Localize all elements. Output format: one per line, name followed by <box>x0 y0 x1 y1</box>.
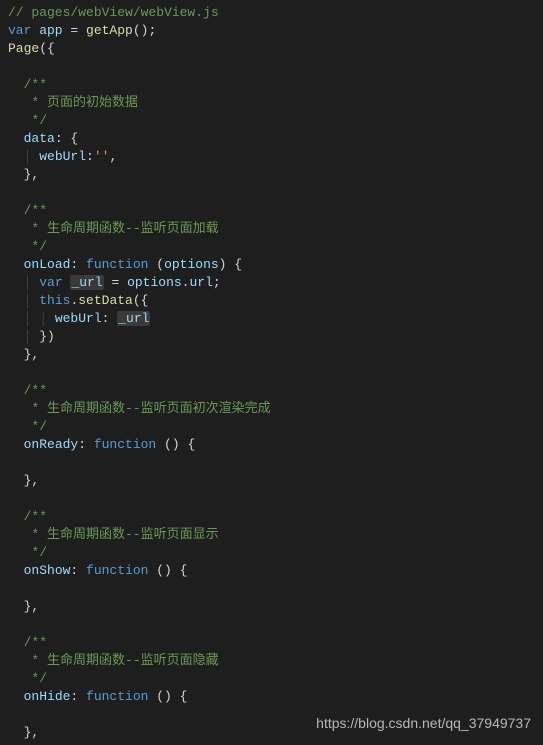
op-eq: = <box>104 275 127 290</box>
punct: , <box>109 149 117 164</box>
punct: : <box>102 311 118 326</box>
indent-guide: │ <box>24 329 40 344</box>
doc-close: */ <box>24 113 47 128</box>
indent-guide: │ <box>24 275 40 290</box>
indent-guide: │ │ <box>24 311 55 326</box>
indent-guide: │ <box>24 293 40 308</box>
doc-line: * 页面的初始数据 <box>24 95 138 110</box>
op-eq: = <box>70 23 86 38</box>
doc-close: */ <box>24 545 47 560</box>
punct: ( <box>148 257 164 272</box>
ident-url: _url <box>70 275 103 290</box>
doc-line: * 生命周期函数--监听页面初次渲染完成 <box>24 401 271 416</box>
punct: : <box>70 563 86 578</box>
key-data: data <box>24 131 55 146</box>
punct: }, <box>24 599 40 614</box>
keyword-function: function <box>86 563 148 578</box>
ident-url: _url <box>117 311 150 326</box>
punct: : <box>78 437 94 452</box>
keyword-function: function <box>86 689 148 704</box>
code-block: // pages/webView/webView.js var app = ge… <box>0 0 543 742</box>
punct: ; <box>213 275 221 290</box>
doc-line: * 生命周期函数--监听页面隐藏 <box>24 653 219 668</box>
keyword-this: this <box>39 293 70 308</box>
key-onReady: onReady <box>24 437 79 452</box>
punct: ) { <box>219 257 242 272</box>
prop-webUrl: webUrl <box>55 311 102 326</box>
punct: : <box>70 689 86 704</box>
doc-open: /** <box>24 635 47 650</box>
param-options: options <box>164 257 219 272</box>
keyword-var: var <box>8 23 31 38</box>
doc-open: /** <box>24 509 47 524</box>
key-onShow: onShow <box>24 563 71 578</box>
punct: ({ <box>39 41 55 56</box>
punct: }, <box>24 725 40 740</box>
doc-close: */ <box>24 239 47 254</box>
punct: () { <box>156 437 195 452</box>
keyword-var: var <box>39 275 62 290</box>
doc-open: /** <box>24 383 47 398</box>
punct: }, <box>24 473 40 488</box>
keyword-function: function <box>86 257 148 272</box>
prop-webUrl: webUrl <box>39 149 86 164</box>
punct: }, <box>24 347 40 362</box>
fn-getApp: getApp <box>86 23 133 38</box>
punct: : { <box>55 131 78 146</box>
fn-Page: Page <box>8 41 39 56</box>
punct: () { <box>148 689 187 704</box>
punct: ({ <box>133 293 149 308</box>
string-empty: '' <box>94 149 110 164</box>
doc-line: * 生命周期函数--监听页面加载 <box>24 221 219 236</box>
punct: (); <box>133 23 156 38</box>
doc-open: /** <box>24 203 47 218</box>
doc-line: * 生命周期函数--监听页面显示 <box>24 527 219 542</box>
key-onHide: onHide <box>24 689 71 704</box>
ident-app: app <box>31 23 70 38</box>
punct: : <box>70 257 86 272</box>
indent-guide: │ <box>24 149 40 164</box>
punct: }) <box>39 329 55 344</box>
fn-setData: setData <box>78 293 133 308</box>
punct: () { <box>148 563 187 578</box>
doc-close: */ <box>24 419 47 434</box>
punct: }, <box>24 167 40 182</box>
punct: : <box>86 149 94 164</box>
doc-close: */ <box>24 671 47 686</box>
key-onLoad: onLoad <box>24 257 71 272</box>
doc-open: /** <box>24 77 47 92</box>
file-path-comment: // pages/webView/webView.js <box>8 5 219 20</box>
prop-url: url <box>189 275 212 290</box>
keyword-function: function <box>94 437 156 452</box>
ident-options: options <box>127 275 182 290</box>
